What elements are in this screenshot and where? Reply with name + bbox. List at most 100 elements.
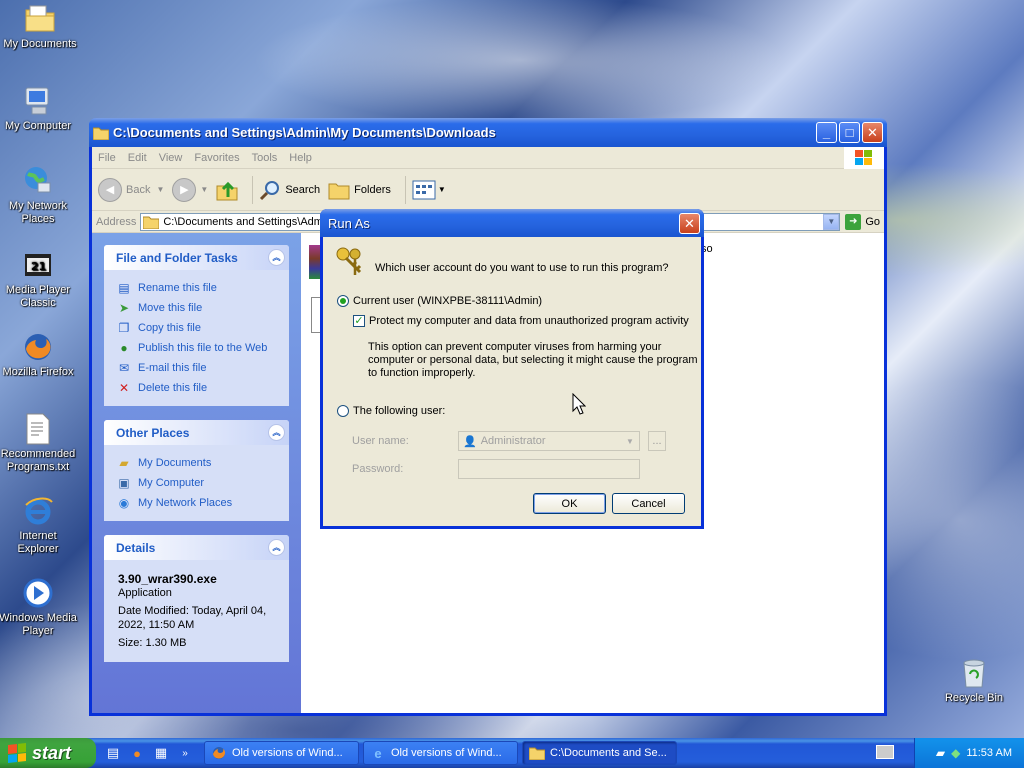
task-rename-file[interactable]: ▤ Rename this file — [116, 278, 277, 298]
collapse-icon[interactable]: ︽ — [268, 424, 285, 441]
taskbar-item-firefox[interactable]: Old versions of Wind... — [204, 741, 359, 765]
task-delete-file[interactable]: ✕ Delete this file — [116, 378, 277, 398]
desktop-icon-label: My Computer — [4, 120, 72, 132]
back-label: Back — [126, 183, 151, 196]
desktop-icon-recommended-programs[interactable]: Recommended Programs.txt — [0, 412, 78, 474]
maximize-icon: □ — [845, 125, 854, 140]
back-button[interactable]: ◀ Back ▼ — [98, 177, 165, 202]
following-user-radio[interactable] — [337, 405, 349, 417]
desktop-icon-internet-explorer[interactable]: Internet Explorer — [0, 494, 78, 556]
collapse-icon[interactable]: ︽ — [268, 249, 285, 266]
start-button[interactable]: start — [0, 738, 96, 768]
go-button[interactable]: ➜ Go — [845, 213, 880, 230]
menu-tools[interactable]: Tools — [252, 152, 278, 164]
username-value: Administrator — [480, 435, 546, 447]
current-user-option[interactable]: Current user (WINXPBE-38111\Admin) — [337, 295, 542, 307]
search-icon — [259, 179, 281, 201]
task-copy-file[interactable]: ❐ Copy this file — [116, 318, 277, 338]
panel-header[interactable]: Details ︽ — [104, 535, 289, 560]
desktop-icon-my-computer[interactable]: My Computer — [0, 84, 78, 133]
menu-edit[interactable]: Edit — [128, 152, 147, 164]
desktop-icon-label: Media Player Classic — [5, 284, 71, 309]
taskbar-item-ie[interactable]: e Old versions of Wind... — [363, 741, 518, 765]
place-label: My Computer — [138, 477, 205, 489]
desktop-icon-my-network-places[interactable]: My Network Places — [0, 164, 78, 226]
current-user-radio[interactable] — [337, 295, 349, 307]
keyboard-icon[interactable] — [876, 745, 894, 759]
collapse-icon[interactable]: ︽ — [268, 539, 285, 556]
up-folder-button[interactable] — [216, 179, 238, 201]
taskbar-item-explorer[interactable]: C:\Documents and Se... — [522, 741, 677, 765]
go-arrow-icon: ➜ — [845, 213, 862, 230]
folder-icon: ▰ — [119, 456, 129, 470]
desktop-icon-windows-media-player[interactable]: Windows Media Player — [0, 576, 78, 638]
password-field[interactable] — [458, 459, 640, 479]
explorer-titlebar[interactable]: C:\Documents and Settings\Admin\My Docum… — [89, 118, 887, 147]
username-select[interactable]: 👤 Administrator ▼ — [458, 431, 640, 451]
place-my-documents[interactable]: ▰ My Documents — [116, 453, 277, 473]
desktop-icon-mozilla-firefox[interactable]: Mozilla Firefox — [0, 330, 78, 379]
desktop-icon-media-player-classic[interactable]: 21 Media Player Classic — [0, 248, 78, 310]
task-label: E-mail this file — [138, 362, 207, 374]
folders-label: Folders — [354, 183, 391, 196]
dialog-close-button[interactable]: ✕ — [679, 212, 700, 234]
folders-button[interactable]: Folders — [328, 179, 391, 201]
address-dropdown-button[interactable]: ▼ — [823, 213, 840, 230]
forward-button[interactable]: ▶ ▼ — [172, 177, 208, 202]
task-label: Old versions of Wind... — [232, 747, 343, 759]
address-label: Address — [96, 215, 137, 228]
firefox-icon[interactable]: ● — [128, 744, 146, 762]
task-label: Copy this file — [138, 322, 201, 334]
username-label: User name: — [352, 435, 409, 447]
menu-favorites[interactable]: Favorites — [194, 152, 239, 164]
browse-users-button[interactable]: ... — [648, 431, 666, 451]
task-publish-web[interactable]: ● Publish this file to the Web — [116, 338, 277, 358]
task-label: Delete this file — [138, 382, 208, 394]
safely-remove-icon[interactable]: ◆ — [951, 746, 960, 760]
following-user-option[interactable]: The following user: — [337, 405, 445, 417]
menu-help[interactable]: Help — [289, 152, 312, 164]
desktop-icon-label: Internet Explorer — [17, 530, 59, 555]
protect-option[interactable]: ✓ Protect my computer and data from unau… — [353, 315, 689, 327]
place-my-computer[interactable]: ▣ My Computer — [116, 473, 277, 493]
quick-launch-overflow-icon[interactable]: » — [176, 744, 194, 762]
menu-file[interactable]: File — [98, 152, 116, 164]
show-desktop-icon[interactable]: ▤ — [104, 744, 122, 762]
dialog-question: Which user account do you want to use to… — [375, 262, 669, 274]
svg-text:21: 21 — [31, 260, 46, 273]
ok-button[interactable]: OK — [533, 493, 606, 514]
desktop-icon-label: Windows Media Player — [0, 612, 77, 637]
task-move-file[interactable]: ➤ Move this file — [116, 298, 277, 318]
toolbar-separator — [404, 175, 406, 204]
cancel-button[interactable]: Cancel — [612, 493, 685, 514]
desktop-icon-label: My Documents — [3, 38, 77, 50]
minimize-icon: _ — [822, 125, 831, 140]
dialog-titlebar[interactable]: Run As ✕ — [320, 209, 704, 237]
search-button[interactable]: Search — [259, 179, 320, 201]
address-value: C:\Documents and Settings\Admin — [163, 215, 332, 228]
panel-header[interactable]: Other Places ︽ — [104, 420, 289, 445]
folder-icon — [23, 2, 57, 36]
maximize-button[interactable]: □ — [839, 122, 860, 143]
media-player-classic-icon[interactable]: ▦ — [152, 744, 170, 762]
current-user-label: Current user (WINXPBE-38111\Admin) — [353, 295, 543, 307]
desktop-icon-recycle-bin[interactable]: Recycle Bin — [934, 656, 1014, 705]
quick-launch: ▤ ● ▦ » — [104, 744, 200, 762]
menu-view[interactable]: View — [159, 152, 183, 164]
desktop-icon-my-documents[interactable]: My Documents — [0, 2, 80, 51]
chevron-down-icon: ▼ — [156, 185, 165, 194]
protect-checkbox[interactable]: ✓ — [353, 315, 365, 327]
network-tray-icon[interactable]: ▰ — [936, 746, 945, 760]
globe-icon: ● — [120, 341, 128, 355]
close-button[interactable]: ✕ — [862, 122, 883, 143]
panel-header[interactable]: File and Folder Tasks ︽ — [104, 245, 289, 270]
toolbar-separator — [252, 175, 254, 204]
task-email-file[interactable]: ✉ E-mail this file — [116, 358, 277, 378]
clock[interactable]: 11:53 AM — [966, 747, 1012, 759]
minimize-button[interactable]: _ — [816, 122, 837, 143]
place-my-network-places[interactable]: ◉ My Network Places — [116, 493, 277, 513]
panel-title: Details — [116, 540, 156, 555]
views-button[interactable]: ▼ — [412, 180, 446, 200]
detail-file-type: Application — [118, 587, 172, 599]
desktop-icon-label: Recommended Programs.txt — [0, 448, 76, 473]
